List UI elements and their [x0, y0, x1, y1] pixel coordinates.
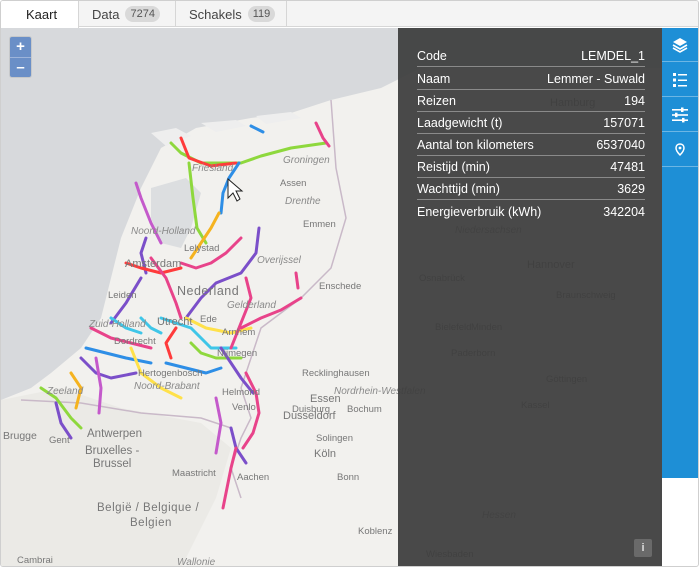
map-place-label: Cambrai [17, 555, 53, 566]
count-badge: 119 [247, 6, 276, 22]
info-row-naam: Naam Lemmer - Suwald [417, 68, 645, 90]
tab-data[interactable]: Data 7274 [79, 1, 176, 27]
map-place-label: Assen [280, 178, 307, 189]
info-row-tonkm: Aantal ton kilometers 6537040 [417, 134, 645, 156]
map-place-label: Gent [49, 435, 70, 446]
tab-label: Data [92, 6, 120, 22]
route-line[interactable] [79, 356, 138, 380]
map-place-label: Dusseldorf [283, 410, 336, 422]
map-place-label: Maastricht [172, 468, 216, 479]
info-value: LEMDEL_1 [581, 48, 645, 63]
map-place-label: Bruxelles - [85, 445, 140, 457]
mouse-cursor [227, 177, 244, 202]
map-place-label: Recklinghausen [302, 368, 370, 379]
map-place-label: Friesland [192, 163, 234, 174]
map-place-label: Bonn [337, 472, 360, 483]
map-place-label: Drenthe [285, 196, 321, 207]
map-place-label: Dordrecht [114, 336, 156, 347]
map-place-label: Groningen [283, 155, 330, 166]
layers-icon [672, 37, 688, 53]
map-place-label: Arnhem [222, 327, 256, 338]
tab-label: Schakels [189, 6, 242, 22]
map-place-label: Noord-Brabant [134, 381, 200, 392]
info-label: Aantal ton kilometers [417, 137, 534, 152]
info-label: Code [417, 48, 447, 63]
info-label: Reistijd (min) [417, 159, 490, 174]
map-place-label: Antwerpen [87, 428, 142, 440]
tab-bar: Kaart Data 7274 Schakels 119 [1, 1, 698, 28]
map-place-label: Koblenz [358, 526, 393, 537]
legend-list-icon [673, 72, 687, 87]
map-place-label: Brussel [93, 458, 132, 470]
info-value: 157071 [603, 115, 645, 130]
map-place-label: Solingen [316, 433, 353, 444]
legend-button[interactable] [662, 63, 698, 97]
map-place-label: Nijmegen [217, 348, 258, 359]
route-line[interactable] [164, 326, 178, 360]
info-row-laadgewicht: Laadgewicht (t) 157071 [417, 112, 645, 134]
map-place-label: Enschede [319, 281, 362, 292]
zoom-out-button[interactable]: – [10, 57, 31, 77]
info-label: Wachttijd (min) [417, 181, 500, 196]
filter-sliders-icon [672, 107, 688, 122]
location-button[interactable] [662, 133, 698, 167]
info-value: 6537040 [596, 137, 645, 152]
info-label: Naam [417, 71, 451, 86]
map-place-label: Utrecht [157, 316, 193, 328]
location-pin-icon [675, 142, 685, 156]
map-place-label: Overijssel [257, 255, 301, 266]
tab-schakels[interactable]: Schakels 119 [176, 1, 287, 27]
info-row-reizen: Reizen 194 [417, 90, 645, 112]
info-label: Reizen [417, 93, 456, 108]
info-label: Energieverbruik (kWh) [417, 205, 542, 219]
map-place-label: Amsterdam [125, 258, 182, 270]
map-place-label: Leiden [108, 290, 137, 301]
map-place-label: Venlo [232, 402, 256, 413]
info-value: Lemmer - Suwald [547, 71, 645, 86]
info-value: 47481 [610, 159, 645, 174]
info-label: Laadgewicht (t) [417, 115, 503, 130]
map-place-label: Lelystad [184, 243, 220, 254]
filter-button[interactable] [662, 98, 698, 132]
map-place-label: Köln [314, 448, 337, 460]
map-place-label: Emmen [303, 219, 336, 230]
map-place-label: Zuid-Holland [89, 319, 146, 330]
map-place-label: Ede [200, 314, 217, 325]
zoom-control: + – [10, 37, 31, 77]
map-place-label: Wallonie [177, 557, 216, 567]
info-row-wachttijd: Wachttijd (min) 3629 [417, 178, 645, 200]
tab-label: Kaart [26, 7, 58, 22]
map-place-label: Nederland [177, 284, 240, 298]
map-place-label: Belgien [130, 517, 172, 529]
feature-info-panel: Code LEMDEL_1 Naam Lemmer - Suwald Reize… [398, 28, 662, 566]
map-toolbar [662, 28, 698, 478]
map-place-label: Zeeland [47, 386, 84, 397]
map-place-label: Noord-Holland [131, 226, 196, 237]
info-value: 342204 [603, 205, 645, 219]
count-badge: 7274 [125, 6, 160, 22]
zoom-in-button[interactable]: + [10, 37, 31, 57]
info-row-energie: Energieverbruik (kWh) 342204 [417, 201, 645, 223]
map-place-label: Gelderland [227, 300, 276, 311]
map-place-label: Hertogenbosch [138, 368, 203, 379]
route-line[interactable] [249, 124, 265, 134]
info-value: 194 [624, 93, 645, 108]
map-place-label: Helmond [222, 387, 261, 398]
info-value: 3629 [617, 181, 645, 196]
tab-kaart[interactable]: Kaart [1, 1, 79, 28]
map-place-label: Bochum [347, 404, 382, 415]
map-place-label: Aachen [237, 472, 270, 483]
info-row-reistijd: Reistijd (min) 47481 [417, 156, 645, 178]
map-place-label: België / Belgique / [97, 502, 200, 514]
app-frame: Kaart Data 7274 Schakels 119 Friesland G… [0, 0, 699, 567]
route-line[interactable] [294, 271, 300, 290]
layers-button[interactable] [662, 28, 698, 62]
info-button[interactable]: i [634, 539, 652, 557]
map-place-label: Brugge [3, 430, 37, 442]
info-row-code: Code LEMDEL_1 [417, 45, 645, 67]
